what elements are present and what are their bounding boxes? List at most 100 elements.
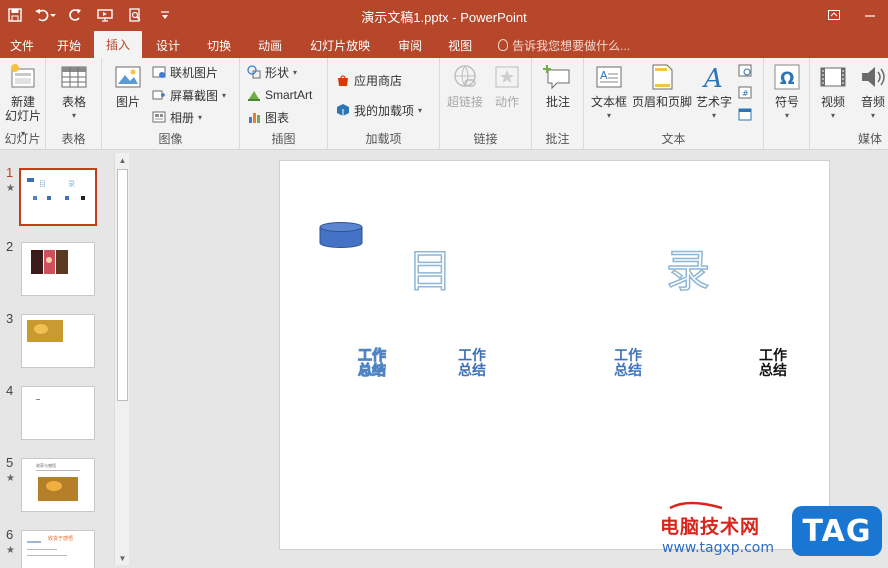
tab-file[interactable]: 文件 — [0, 32, 44, 58]
group-label-links: 链接 — [473, 132, 498, 146]
minimize-icon[interactable] — [852, 0, 888, 30]
chart-button[interactable]: 图表 — [247, 107, 289, 127]
textbox-button[interactable]: A 文本框 ▾ — [588, 62, 630, 123]
ribbon-display-options-icon[interactable] — [816, 0, 852, 30]
album-button[interactable]: 相册 ▾ — [152, 107, 202, 127]
header-footer-label: 页眉和页脚 — [632, 95, 693, 109]
slide-number-4: 4 — [6, 383, 14, 398]
toc-item-4[interactable]: 工作 总结 — [759, 349, 787, 379]
title-bar: 演示文稿1.pptx - PowerPoint — [0, 0, 888, 30]
slide-6-thumb-title: 收货于感悟 — [48, 536, 74, 542]
action-button[interactable]: 动作 — [488, 62, 526, 109]
watermark-tag-logo: TAG — [792, 506, 882, 556]
slide-number-5: 5 — [6, 455, 14, 470]
comment-icon — [543, 62, 573, 92]
group-links: 超链接 动作 链接 — [440, 58, 532, 150]
slide-1-thumb-title: 目 录 — [39, 181, 85, 188]
textbox-label: 文本框 — [590, 95, 627, 109]
thumbnail-scrollbar[interactable]: ▲ ▼ — [114, 153, 129, 565]
chart-icon — [247, 110, 261, 124]
group-media: 视频 ▾ 音频 ▾ 媒体 — [810, 58, 888, 150]
online-picture-icon — [152, 65, 166, 79]
group-label-illustrations: 插图 — [271, 132, 296, 146]
omega-icon: Ω — [772, 62, 802, 92]
album-icon — [152, 110, 166, 124]
slide-thumbnail-4[interactable] — [21, 386, 95, 440]
header-footer-icon — [647, 62, 677, 92]
window-title: 演示文稿1.pptx - PowerPoint — [361, 10, 527, 25]
tab-slideshow[interactable]: 幻灯片放映 — [296, 32, 384, 58]
screenshot-button[interactable]: 屏幕截图 ▾ — [152, 85, 226, 105]
svg-text:A: A — [600, 69, 608, 82]
cylinder-shape[interactable] — [319, 222, 363, 248]
svg-text:A: A — [702, 64, 723, 92]
comment-label: 批注 — [545, 95, 570, 109]
scrollbar-thumb[interactable] — [117, 169, 128, 401]
slide-animation-star-6: ★ — [6, 545, 15, 556]
slide-animation-star-1: ★ — [6, 183, 15, 194]
scroll-down-icon[interactable]: ▼ — [115, 551, 130, 565]
my-addins-button[interactable]: 我的加载项 ▾ — [336, 100, 422, 120]
window-controls — [816, 0, 888, 30]
toc-item-3[interactable]: 工作 总结 — [614, 349, 642, 379]
tell-me-box[interactable]: 告诉我您想要做什么... — [484, 32, 630, 58]
table-caret-icon: ▾ — [71, 111, 76, 120]
current-slide[interactable]: 目 录 工作 总结 工作 总结 工作 总结 工作 总结 — [279, 160, 830, 550]
object-button[interactable] — [738, 104, 752, 124]
video-icon — [818, 62, 848, 92]
slide-thumbnail-2[interactable] — [21, 242, 95, 296]
group-addins: 应用商店 我的加载项 ▾ 加载项 — [328, 58, 440, 150]
online-picture-button[interactable]: 联机图片 — [152, 62, 218, 82]
video-button[interactable]: 视频 ▾ — [814, 62, 852, 123]
wordart-button[interactable]: A 艺术字 ▾ — [694, 62, 734, 123]
title-char-2[interactable]: 录 — [665, 235, 711, 299]
new-slide-label: 新建 — [10, 95, 35, 109]
wordart-label: 艺术字 — [695, 95, 732, 109]
table-button[interactable]: 表格 ▾ — [54, 62, 94, 123]
hyperlink-button[interactable]: 超链接 — [446, 62, 484, 109]
scroll-up-icon[interactable]: ▲ — [115, 153, 130, 167]
wordart-icon: A — [699, 62, 729, 94]
smartart-icon — [247, 88, 261, 102]
slide-animation-star-5: ★ — [6, 473, 15, 484]
tab-home[interactable]: 开始 — [44, 32, 94, 58]
picture-button[interactable]: 图片 — [108, 62, 148, 109]
audio-button[interactable]: 音频 ▾ — [856, 62, 888, 123]
shapes-button[interactable]: 形状 ▾ — [247, 62, 297, 82]
symbol-label: 符号 — [774, 95, 799, 109]
watermark-text: 电脑技术网 — [660, 516, 761, 538]
slide-thumbnail-5[interactable]: 收获与感悟 — [21, 458, 95, 512]
slide-thumbnail-6[interactable]: 收货于感悟 — [21, 530, 95, 568]
date-time-icon — [738, 63, 752, 77]
comment-button[interactable]: 批注 — [538, 62, 578, 109]
symbol-button[interactable]: Ω 符号 ▾ — [768, 62, 806, 123]
group-text: A 文本框 ▾ 页眉和页脚 A 艺术字 ▾ # 文本 — [584, 58, 764, 150]
store-button[interactable]: 应用商店 — [336, 70, 402, 90]
slide-number-button[interactable]: # — [738, 82, 752, 102]
toc-item-1[interactable]: 工作 总结 — [358, 348, 387, 379]
toc-item-2[interactable]: 工作 总结 — [458, 349, 486, 379]
title-char-1[interactable]: 目 — [407, 235, 453, 299]
tab-animations[interactable]: 动画 — [244, 32, 296, 58]
slide-number-3: 3 — [6, 311, 14, 326]
svg-text:#: # — [742, 89, 749, 98]
header-footer-button[interactable]: 页眉和页脚 — [632, 62, 692, 109]
slide-thumbnail-1[interactable]: 目 录 — [19, 168, 97, 226]
speaker-icon — [858, 62, 888, 92]
date-time-button[interactable] — [738, 60, 752, 80]
tab-view[interactable]: 视图 — [436, 32, 484, 58]
shapes-icon — [247, 65, 261, 79]
tab-review[interactable]: 审阅 — [384, 32, 436, 58]
picture-label: 图片 — [115, 95, 140, 109]
smartart-button[interactable]: SmartArt — [247, 85, 312, 105]
tab-design[interactable]: 设计 — [142, 32, 194, 58]
group-label-comments: 批注 — [545, 132, 570, 146]
group-label-images: 图像 — [158, 132, 183, 146]
picture-icon — [113, 62, 143, 92]
tell-me-text: 告诉我您想要做什么... — [512, 38, 631, 53]
slide-thumbnail-3[interactable] — [21, 314, 95, 368]
tab-insert[interactable]: 插入 — [94, 31, 143, 58]
tab-transitions[interactable]: 切换 — [194, 32, 244, 58]
video-label: 视频 — [820, 95, 845, 109]
table-icon — [59, 62, 89, 92]
